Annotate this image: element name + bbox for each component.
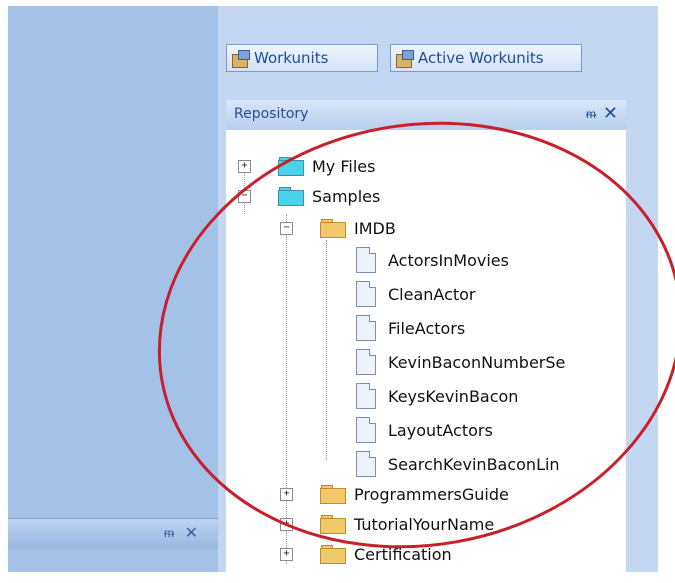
file-label: KevinBaconNumberSe	[388, 352, 566, 372]
tree-node-tutorial[interactable]: + TutorialYourName	[280, 510, 494, 538]
tab-strip: Workunits Active Workunits	[218, 40, 658, 74]
collapse-minus-icon[interactable]: −	[280, 222, 293, 235]
screenshot-frame: ᵯ ✕ Workunits Active Workunits Repositor…	[0, 0, 675, 583]
document-icon	[356, 349, 376, 375]
folder-icon	[320, 545, 346, 564]
tree-node-imdb[interactable]: − IMDB	[280, 214, 396, 242]
folder-icon	[278, 157, 304, 176]
workunit-icon	[232, 50, 250, 68]
close-icon[interactable]: ✕	[185, 523, 198, 542]
file-label: ActorsInMovies	[388, 250, 509, 270]
tree-file-item[interactable]: FileActors	[356, 314, 465, 342]
tree-node-label: My Files	[312, 156, 376, 176]
expand-plus-icon[interactable]: +	[280, 488, 293, 501]
file-label: CleanActor	[388, 284, 476, 304]
expand-plus-icon[interactable]: +	[238, 160, 251, 173]
tree-file-item[interactable]: SearchKevinBaconLin	[356, 450, 560, 478]
tree-file-item[interactable]: CleanActor	[356, 280, 476, 308]
tree-node-label: ProgrammersGuide	[354, 484, 509, 504]
tree-node-certification[interactable]: + Certification	[280, 540, 452, 568]
repository-header: Repository ᵯ ✕	[226, 100, 626, 131]
repository-title: Repository	[234, 106, 309, 122]
folder-icon	[278, 187, 304, 206]
expand-plus-icon[interactable]: +	[280, 518, 293, 531]
file-label: FileActors	[388, 318, 466, 338]
document-icon	[356, 281, 376, 307]
tree-node-samples[interactable]: − Samples	[238, 182, 380, 210]
document-icon	[356, 451, 376, 477]
folder-icon	[320, 219, 346, 238]
repository-tree: + My Files − Samples − IMDB ActorsInMovi…	[226, 130, 626, 580]
tree-file-item[interactable]: KevinBaconNumberSe	[356, 348, 565, 376]
folder-icon	[320, 485, 346, 504]
folder-icon	[320, 515, 346, 534]
file-label: SearchKevinBaconLin	[388, 454, 560, 474]
left-dock-panel: ᵯ ✕	[8, 6, 218, 572]
expand-plus-icon[interactable]: +	[280, 548, 293, 561]
document-icon	[356, 315, 376, 341]
pin-icon[interactable]: ᵯ	[586, 107, 596, 121]
tree-node-label: TutorialYourName	[354, 514, 495, 534]
tree-node-programmers-guide[interactable]: + ProgrammersGuide	[280, 480, 509, 508]
pin-icon[interactable]: ᵯ	[164, 526, 174, 540]
left-panel-footer: ᵯ ✕	[8, 518, 218, 549]
collapse-minus-icon[interactable]: −	[238, 190, 251, 203]
tree-file-item[interactable]: LayoutActors	[356, 416, 493, 444]
file-label: KeysKevinBacon	[388, 386, 519, 406]
tree-node-label: Certification	[354, 544, 452, 564]
close-icon[interactable]: ✕	[603, 103, 618, 124]
file-label: LayoutActors	[388, 420, 493, 440]
tree-file-item[interactable]: ActorsInMovies	[356, 246, 509, 274]
tab-label: Workunits	[254, 49, 329, 67]
tab-active-workunits[interactable]: Active Workunits	[390, 44, 582, 72]
right-dock-area: Workunits Active Workunits Repository ᵯ …	[218, 6, 658, 580]
document-icon	[356, 417, 376, 443]
tree-node-label: Samples	[312, 186, 381, 206]
tree-node-my-files[interactable]: + My Files	[238, 152, 375, 180]
tab-label: Active Workunits	[418, 49, 544, 67]
active-workunit-icon	[396, 50, 414, 68]
tree-node-label: IMDB	[354, 218, 396, 238]
tab-workunits[interactable]: Workunits	[226, 44, 378, 72]
tree-file-item[interactable]: KeysKevinBacon	[356, 382, 518, 410]
document-icon	[356, 383, 376, 409]
document-icon	[356, 247, 376, 273]
